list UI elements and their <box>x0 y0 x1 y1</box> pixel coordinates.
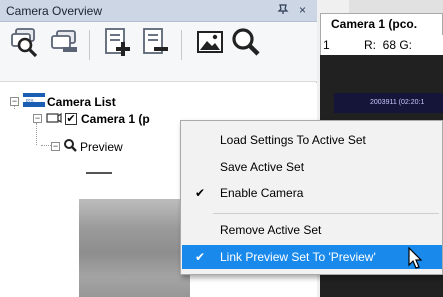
magnifier-icon <box>63 138 77 155</box>
magnifier-icon[interactable] <box>230 26 262 58</box>
tree-node-camera-list[interactable]: − pco. Camera List <box>10 93 116 110</box>
toolbar-separator <box>181 30 182 60</box>
panel-title: Camera Overview <box>6 3 103 18</box>
menu-item-label: Load Settings To Active Set <box>220 133 366 147</box>
remove-settings-icon[interactable] <box>140 26 172 58</box>
close-icon[interactable]: × <box>299 3 306 17</box>
checkmark-icon: ✔ <box>195 250 206 264</box>
toolbar-separator <box>89 30 90 60</box>
camera-icon <box>46 111 62 126</box>
camera-search-icon[interactable] <box>10 26 42 58</box>
context-menu: Load Settings To Active Set Save Active … <box>180 120 443 275</box>
tree-node-camera[interactable]: − ✔ Camera 1 (p <box>33 111 150 126</box>
menu-item-link-preview-set[interactable]: ✔ Link Preview Set To 'Preview' <box>182 245 442 269</box>
camera-enable-checkbox[interactable]: ✔ <box>65 112 77 125</box>
add-settings-icon[interactable] <box>102 26 134 58</box>
menu-separator <box>213 213 439 214</box>
camera-index: 1 <box>323 38 330 52</box>
tab-strip <box>349 0 443 13</box>
pixel-readout: R: 68 G: <box>364 38 413 52</box>
checkmark-icon: ✔ <box>195 186 206 200</box>
tree-label-camera-list: Camera List <box>47 94 116 109</box>
preview-image <box>79 199 190 297</box>
camera-info-bar: 1 R: 68 G: <box>320 35 443 55</box>
tree-label-camera: Camera 1 (p <box>81 111 150 126</box>
menu-item-load-settings[interactable]: Load Settings To Active Set <box>182 128 442 152</box>
toolbar <box>0 22 317 82</box>
menu-item-label: Save Active Set <box>220 160 305 174</box>
camera-timestamp: 2003911 (02:20:1 <box>370 99 425 106</box>
mouse-cursor-icon <box>408 246 424 274</box>
tab-camera-1[interactable]: Camera 1 (pco. <box>320 13 443 35</box>
tree-line <box>36 123 37 145</box>
menu-item-label: Enable Camera <box>220 186 304 200</box>
camera-list-icon: pco. <box>23 93 45 110</box>
collapse-icon[interactable]: − <box>33 114 42 123</box>
collapse-icon[interactable]: − <box>10 97 19 106</box>
collapse-icon[interactable]: − <box>51 142 60 151</box>
tree-line <box>41 145 51 146</box>
tree-node-preview[interactable]: − Preview <box>51 138 123 155</box>
image-icon[interactable] <box>194 26 226 58</box>
menu-item-remove-active-set[interactable]: Remove Active Set <box>182 218 442 242</box>
preview-underline <box>86 172 112 174</box>
panel-title-bar[interactable]: Camera Overview × <box>0 0 317 22</box>
menu-item-save-active-set[interactable]: Save Active Set <box>182 155 442 179</box>
menu-item-label: Link Preview Set To 'Preview' <box>220 250 376 264</box>
camera-remove-icon[interactable] <box>49 26 81 58</box>
tree-label-preview: Preview <box>80 139 123 154</box>
pin-icon[interactable] <box>277 3 289 18</box>
menu-item-enable-camera[interactable]: ✔ Enable Camera <box>182 181 442 205</box>
svg-text:pco.: pco. <box>26 98 35 103</box>
menu-item-label: Remove Active Set <box>220 223 322 237</box>
